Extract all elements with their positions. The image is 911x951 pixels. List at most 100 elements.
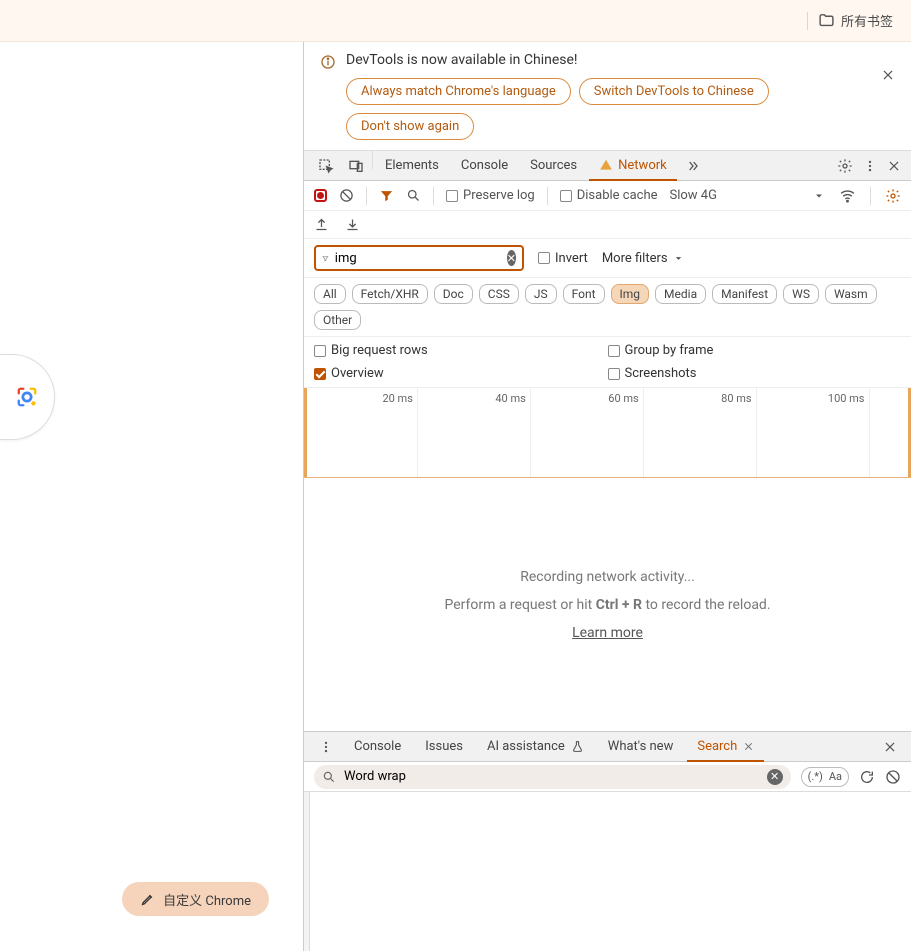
tab-elements[interactable]: Elements <box>375 151 449 180</box>
checkbox-icon <box>538 252 550 264</box>
drawer-tab-whatsnew[interactable]: What's new <box>598 732 684 761</box>
network-settings-button[interactable] <box>885 188 901 204</box>
regex-icon: (.*) <box>808 770 823 783</box>
chip-fetchxhr[interactable]: Fetch/XHR <box>352 284 428 304</box>
switch-chinese-button[interactable]: Switch DevTools to Chinese <box>579 78 769 105</box>
clear-filter-button[interactable]: ✕ <box>507 250 516 266</box>
chip-font[interactable]: Font <box>563 284 605 304</box>
infobar-close-button[interactable] <box>881 68 895 82</box>
export-har-button[interactable] <box>314 217 329 232</box>
page-viewport: 自定义 Chrome <box>0 42 304 951</box>
customize-chrome-button[interactable]: 自定义 Chrome <box>122 882 269 916</box>
network-conditions-button[interactable] <box>839 187 856 204</box>
browser-topbar: 所有书签 <box>0 0 911 42</box>
google-lens-button[interactable] <box>0 354 55 440</box>
settings-button[interactable] <box>837 158 853 174</box>
filter-input[interactable]: ✕ <box>314 245 524 271</box>
tabbar-right <box>837 151 911 180</box>
overview-label: Overview <box>331 366 384 381</box>
preserve-log-checkbox[interactable]: Preserve log <box>446 188 535 203</box>
waterfall-marker-start <box>304 388 307 477</box>
always-match-button[interactable]: Always match Chrome's language <box>346 78 571 105</box>
learn-more-link[interactable]: Learn more <box>572 625 643 641</box>
devtools-drawer: Console Issues AI assistance What's new … <box>304 731 911 951</box>
separator <box>433 187 434 205</box>
infobar-buttons: Always match Chrome's language Switch De… <box>346 78 895 140</box>
separator <box>372 151 373 169</box>
all-bookmarks-button[interactable]: 所有书签 <box>818 11 893 30</box>
filter-text-input[interactable] <box>335 251 501 266</box>
chip-css[interactable]: CSS <box>479 284 519 304</box>
throttling-dropdown-button[interactable] <box>813 190 825 202</box>
caret-down-icon <box>813 190 825 202</box>
chip-manifest[interactable]: Manifest <box>712 284 777 304</box>
clear-results-button[interactable] <box>885 769 901 785</box>
checkbox-icon <box>446 190 458 202</box>
drawer-search-text-input[interactable] <box>344 769 759 784</box>
chevrons-right-icon <box>685 158 701 174</box>
close-devtools-button[interactable] <box>887 159 901 173</box>
search-options-pill[interactable]: (.*) Aa <box>801 767 849 787</box>
language-infobar: DevTools is now available in Chinese! Al… <box>304 42 911 151</box>
infobar-title: DevTools is now available in Chinese! <box>346 52 895 68</box>
device-toolbar-button[interactable] <box>342 151 370 180</box>
close-icon <box>881 68 895 82</box>
time-label: 60 ms <box>608 392 642 405</box>
invert-checkbox[interactable]: Invert <box>538 251 588 266</box>
search-toggle-button[interactable] <box>406 188 421 203</box>
invert-label: Invert <box>555 251 588 266</box>
drawer-kebab-button[interactable] <box>312 732 340 761</box>
chip-img[interactable]: Img <box>611 284 650 304</box>
big-rows-label: Big request rows <box>331 343 428 358</box>
chip-other[interactable]: Other <box>314 310 361 330</box>
upload-icon <box>314 217 329 232</box>
drawer-search-input[interactable]: ✕ <box>314 765 791 789</box>
chip-all[interactable]: All <box>314 284 346 304</box>
chip-media[interactable]: Media <box>655 284 706 304</box>
inspect-element-button[interactable] <box>312 151 340 180</box>
flask-icon <box>571 740 584 753</box>
checkbox-icon <box>608 368 620 380</box>
gridline <box>643 388 644 477</box>
chip-js[interactable]: JS <box>525 284 557 304</box>
drawer-tab-issues[interactable]: Issues <box>415 732 473 761</box>
more-tabs-button[interactable] <box>679 151 707 180</box>
funnel-icon <box>379 188 394 203</box>
tab-network[interactable]: Network <box>589 151 677 181</box>
shortcut: Ctrl + R <box>596 597 642 613</box>
kebab-menu-button[interactable] <box>863 159 877 173</box>
drawer-tab-ai[interactable]: AI assistance <box>477 732 594 761</box>
checkbox-icon <box>314 368 326 380</box>
throttling-label: Slow 4G <box>670 188 717 203</box>
filter-toggle-button[interactable] <box>379 188 394 203</box>
more-filters-button[interactable]: More filters <box>602 251 684 266</box>
group-by-frame-checkbox[interactable]: Group by frame <box>608 343 902 358</box>
drawer-close-button[interactable] <box>883 732 903 761</box>
screenshots-checkbox[interactable]: Screenshots <box>608 366 902 381</box>
overview-checkbox[interactable]: Overview <box>314 366 608 381</box>
disable-cache-checkbox[interactable]: Disable cache <box>560 188 658 203</box>
tab-sources[interactable]: Sources <box>520 151 587 180</box>
import-har-button[interactable] <box>345 217 360 232</box>
toolbar-right <box>813 187 901 205</box>
big-request-rows-checkbox[interactable]: Big request rows <box>314 343 608 358</box>
tab-console[interactable]: Console <box>451 151 518 180</box>
inspect-icon <box>318 158 334 174</box>
chip-wasm[interactable]: Wasm <box>825 284 877 304</box>
chip-ws[interactable]: WS <box>783 284 819 304</box>
caret-down-icon <box>673 253 684 264</box>
throttling-select[interactable]: Slow 4G <box>670 188 717 203</box>
record-button[interactable] <box>314 189 327 202</box>
dont-show-again-button[interactable]: Don't show again <box>346 113 474 140</box>
refresh-search-button[interactable] <box>859 769 875 785</box>
chip-doc[interactable]: Doc <box>434 284 473 304</box>
close-icon[interactable] <box>743 741 754 752</box>
drawer-tab-search[interactable]: Search <box>687 732 764 762</box>
time-label: 80 ms <box>721 392 755 405</box>
waterfall-overview[interactable]: 20 ms 40 ms 60 ms 80 ms 100 ms <box>304 388 911 478</box>
match-case-icon: Aa <box>829 770 842 783</box>
drawer-tab-console[interactable]: Console <box>344 732 411 761</box>
network-toolbar: Preserve log Disable cache Slow 4G <box>304 181 911 211</box>
clear-search-button[interactable]: ✕ <box>767 769 783 785</box>
clear-button[interactable] <box>339 188 354 203</box>
